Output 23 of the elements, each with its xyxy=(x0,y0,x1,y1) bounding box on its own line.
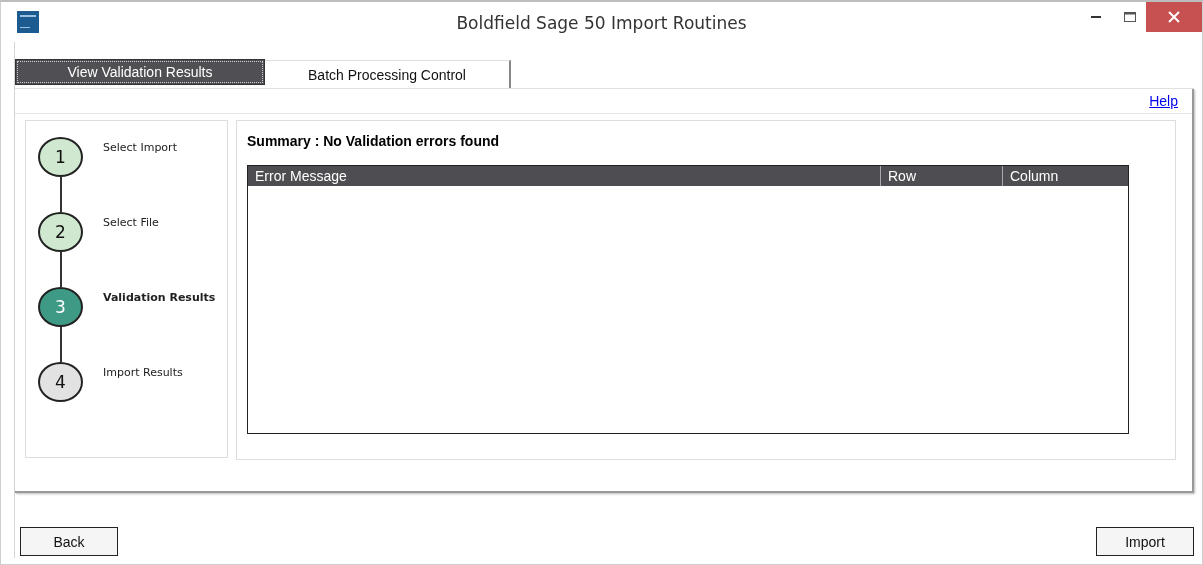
column-header[interactable]: Column xyxy=(1002,166,1128,186)
step-number: 1 xyxy=(38,137,83,177)
maximize-icon xyxy=(1124,12,1136,22)
column-header[interactable]: Row xyxy=(880,166,1002,186)
step-label: Select Import xyxy=(103,141,177,154)
window-title: Boldfield Sage 50 Import Routines xyxy=(456,13,747,33)
minimize-icon xyxy=(1091,15,1103,19)
close-icon xyxy=(1168,11,1180,23)
step-number: 2 xyxy=(38,212,83,252)
step-number: 3 xyxy=(38,287,83,327)
tab[interactable]: View Validation Results xyxy=(15,59,265,85)
step-label: Import Results xyxy=(103,366,183,379)
step-number: 4 xyxy=(38,362,83,402)
back-button[interactable]: Back xyxy=(20,527,118,556)
step-label: Select File xyxy=(103,216,159,229)
app-logo-icon xyxy=(17,11,39,33)
step-label: Validation Results xyxy=(103,291,216,304)
column-header[interactable]: Error Message xyxy=(248,166,880,186)
tab[interactable]: Batch Processing Control xyxy=(265,60,511,88)
help-link[interactable]: Help xyxy=(1149,93,1178,109)
summary-text: Summary : No Validation errors found xyxy=(247,133,501,149)
import-button[interactable]: Import xyxy=(1096,527,1194,556)
close-button[interactable] xyxy=(1146,2,1202,32)
